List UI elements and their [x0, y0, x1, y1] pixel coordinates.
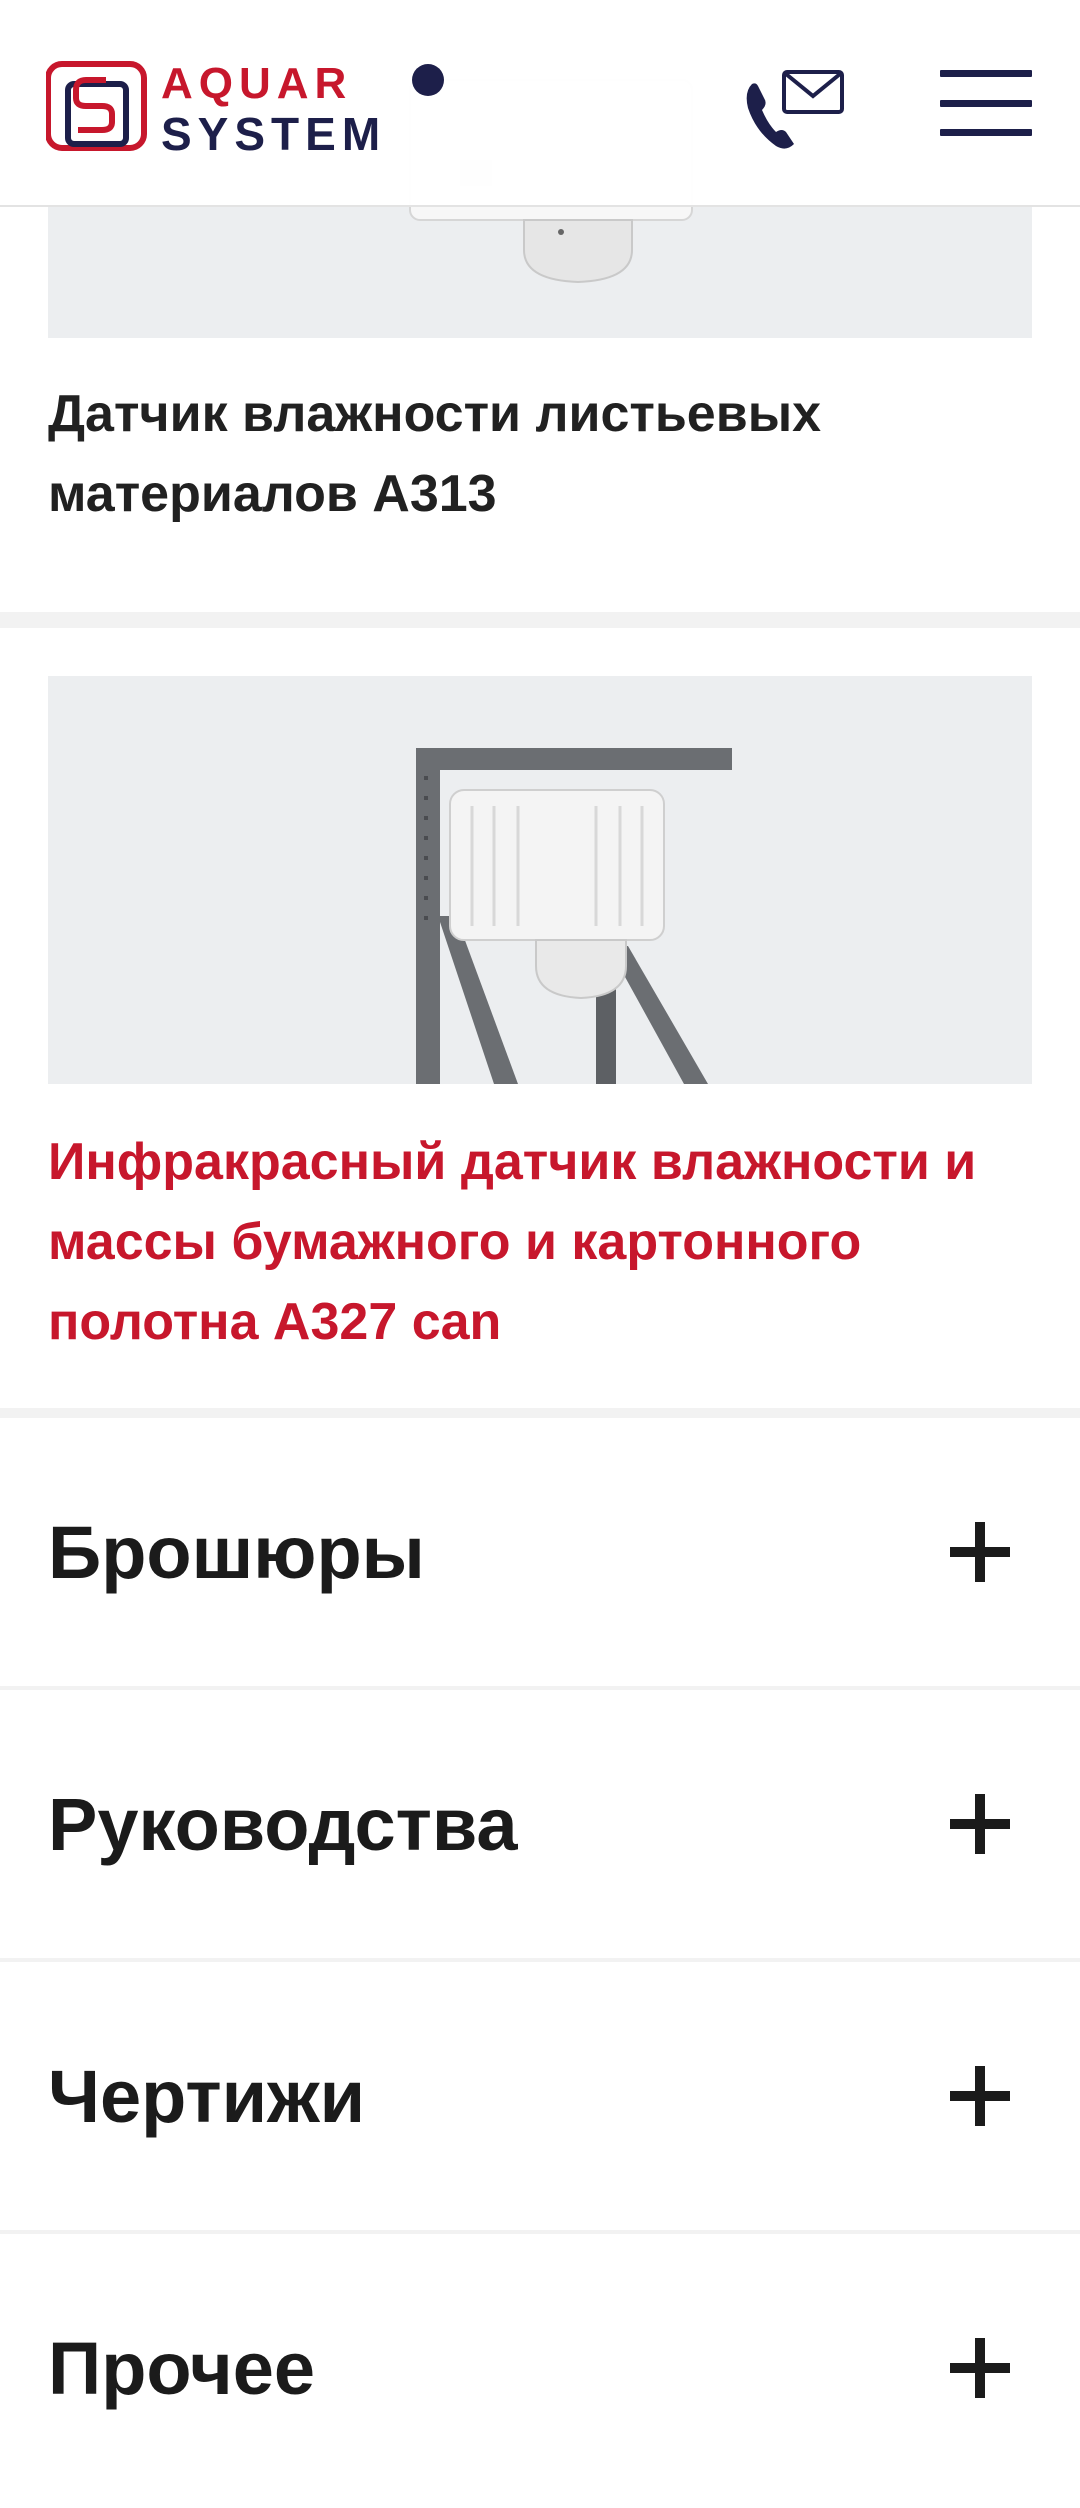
product-image[interactable]: [48, 676, 1032, 1084]
plus-icon[interactable]: [950, 1794, 1010, 1854]
accordion-label[interactable]: Прочее: [48, 2322, 315, 2416]
svg-text:SYSTEM: SYSTEM: [161, 108, 386, 153]
svg-text:AQUAR: AQUAR: [161, 59, 352, 108]
accordion-label[interactable]: Руководства: [48, 1778, 518, 1872]
plus-icon[interactable]: [950, 2066, 1010, 2126]
product-card[interactable]: Инфракрасный датчик влажности и массы бу…: [0, 628, 1080, 1408]
accordion-label[interactable]: Чертижи: [48, 2050, 365, 2144]
hamburger-icon[interactable]: [940, 70, 1032, 136]
aquar-system-logo[interactable]: AQUAR SYSTEM: [46, 58, 456, 153]
plus-icon[interactable]: [950, 2338, 1010, 2398]
phone-mail-icon[interactable]: [742, 66, 854, 152]
accordion-brochures[interactable]: Брошюры: [0, 1418, 1080, 1686]
product-title[interactable]: Инфракрасный датчик влажности и массы бу…: [48, 1122, 1032, 1362]
accordion-other[interactable]: Прочее: [0, 2234, 1080, 2508]
site-header: AQUAR SYSTEM: [0, 0, 1080, 207]
plus-icon[interactable]: [950, 1522, 1010, 1582]
accordion-manuals[interactable]: Руководства: [0, 1690, 1080, 1958]
accordion-label[interactable]: Брошюры: [48, 1506, 425, 1600]
product-title[interactable]: Датчик влажности листьевых материалов A3…: [48, 374, 1032, 534]
accordion-drawings[interactable]: Чертижи: [0, 1962, 1080, 2230]
